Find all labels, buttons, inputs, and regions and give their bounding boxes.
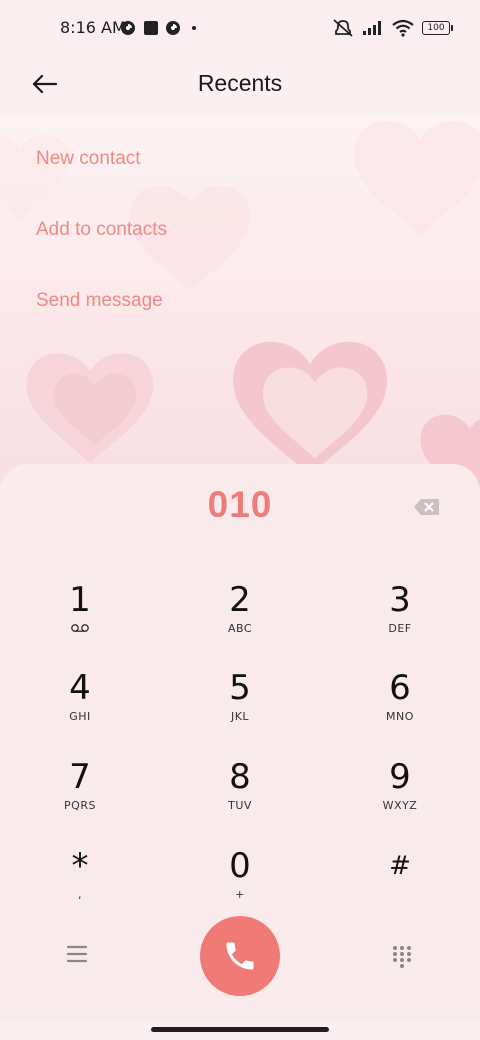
status-bar: 8:16 AM 100 bbox=[0, 0, 480, 56]
key-digit: 2 bbox=[229, 580, 251, 620]
battery-icon: 100 bbox=[422, 21, 453, 35]
key-letters: GHI bbox=[69, 710, 91, 723]
notification-app-icon bbox=[121, 21, 135, 35]
dialpad-icon bbox=[393, 946, 411, 968]
key-digit: 8 bbox=[229, 757, 251, 797]
wifi-icon bbox=[392, 19, 414, 37]
mute-icon bbox=[333, 19, 353, 37]
notification-square-icon bbox=[144, 21, 158, 35]
voicemail-icon bbox=[71, 624, 89, 632]
dialed-number: 010 bbox=[207, 484, 273, 525]
key-digit: 6 bbox=[389, 668, 411, 708]
key-letters: + bbox=[235, 888, 245, 901]
phone-icon bbox=[226, 942, 254, 970]
key-letters: WXYZ bbox=[382, 799, 418, 812]
key-1[interactable]: 1 bbox=[20, 580, 140, 660]
key-7[interactable]: 7 PQRS bbox=[20, 757, 140, 837]
notification-app-icon-2 bbox=[166, 21, 180, 35]
status-icons: 100 bbox=[332, 16, 453, 40]
key-digit: 0 bbox=[229, 846, 251, 886]
status-time: 8:16 AM bbox=[60, 18, 126, 37]
key-8[interactable]: 8 TUV bbox=[180, 757, 300, 837]
key-hash[interactable]: # bbox=[340, 846, 460, 926]
key-letters: JKL bbox=[230, 710, 250, 723]
key-digit: 5 bbox=[229, 668, 251, 708]
key-digit: 7 bbox=[69, 757, 91, 797]
backspace-button[interactable] bbox=[414, 498, 440, 516]
key-5[interactable]: 5 JKL bbox=[180, 668, 300, 748]
key-letters: PQRS bbox=[64, 799, 96, 812]
backspace-icon bbox=[414, 499, 439, 515]
menu-button[interactable] bbox=[66, 944, 94, 968]
page-title: Recents bbox=[197, 70, 283, 96]
signal-icon bbox=[363, 21, 381, 35]
menu-icon bbox=[66, 945, 88, 963]
keypad-toggle-button[interactable] bbox=[390, 944, 414, 968]
key-digit: 1 bbox=[69, 580, 91, 620]
key-digit: 9 bbox=[389, 757, 411, 797]
key-letters: , bbox=[78, 888, 82, 901]
key-2[interactable]: 2 ABC bbox=[180, 580, 300, 660]
key-letters: MNO bbox=[386, 710, 414, 723]
key-6[interactable]: 6 MNO bbox=[340, 668, 460, 748]
header: Recents bbox=[0, 56, 480, 116]
add-to-contacts-link[interactable]: Add to contacts bbox=[36, 219, 167, 241]
key-digit: 3 bbox=[389, 580, 411, 620]
call-button[interactable] bbox=[200, 916, 280, 996]
key-letters: DEF bbox=[388, 622, 412, 635]
key-digit: * bbox=[71, 846, 89, 886]
key-digit: 4 bbox=[69, 668, 91, 708]
dialer-panel: 010 1 2 ABC 3 DEF 4 GHI 5 JKL 6 MNO 7 PQ… bbox=[0, 464, 480, 1020]
dot-icon bbox=[192, 26, 196, 30]
key-4[interactable]: 4 GHI bbox=[20, 668, 140, 748]
key-3[interactable]: 3 DEF bbox=[340, 580, 460, 660]
key-letters: TUV bbox=[228, 799, 252, 812]
new-contact-link[interactable]: New contact bbox=[36, 148, 141, 170]
send-message-link[interactable]: Send message bbox=[36, 290, 163, 312]
key-letters: ABC bbox=[227, 622, 253, 635]
key-0[interactable]: 0 + bbox=[180, 846, 300, 926]
home-indicator[interactable] bbox=[151, 1027, 329, 1032]
key-digit: # bbox=[389, 851, 411, 881]
key-star[interactable]: * , bbox=[20, 846, 140, 926]
key-9[interactable]: 9 WXYZ bbox=[340, 757, 460, 837]
